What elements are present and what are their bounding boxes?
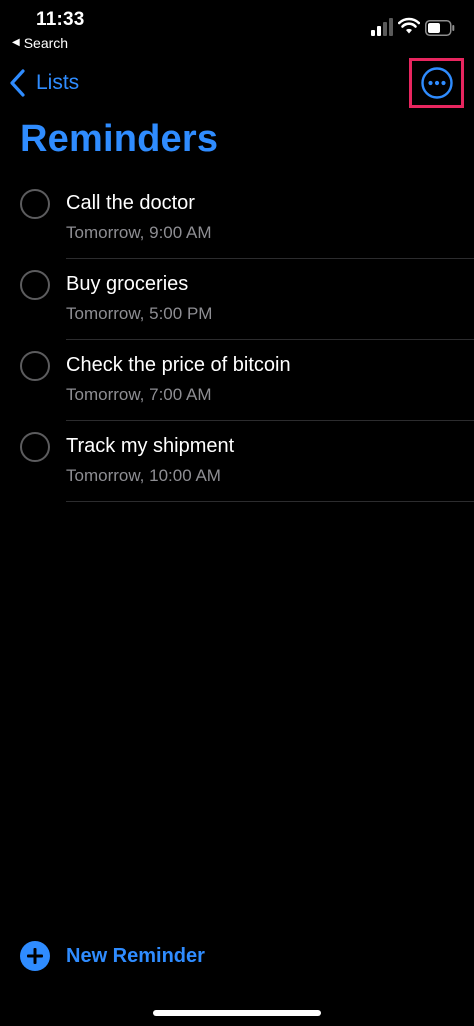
plus-circle-icon <box>20 941 50 971</box>
ellipsis-circle-icon <box>421 67 453 99</box>
more-button[interactable] <box>420 66 454 100</box>
reminder-list: Call the doctor Tomorrow, 9:00 AM Buy gr… <box>0 178 474 502</box>
status-time: 11:33 <box>36 9 85 30</box>
wifi-icon <box>398 17 420 34</box>
reminder-due-date: Tomorrow, 9:00 AM <box>66 223 212 242</box>
complete-toggle-circle[interactable] <box>20 270 50 300</box>
lists-back-button[interactable]: Lists <box>8 68 79 98</box>
complete-toggle-circle[interactable] <box>20 351 50 381</box>
home-indicator[interactable] <box>153 1010 321 1016</box>
cellular-signal-icon <box>371 18 393 36</box>
reminder-item[interactable]: Call the doctor Tomorrow, 9:00 AM <box>0 178 474 259</box>
new-reminder-button[interactable]: New Reminder <box>20 941 205 971</box>
divider <box>66 501 474 502</box>
reminder-due-date: Tomorrow, 5:00 PM <box>66 304 213 323</box>
reminder-title[interactable]: Call the doctor <box>66 192 195 215</box>
back-to-app-button[interactable]: ◀ Search <box>12 35 68 51</box>
lists-back-label: Lists <box>36 71 80 94</box>
chevron-left-icon <box>10 69 25 97</box>
page-title: Reminders <box>20 118 219 160</box>
back-triangle-icon: ◀ <box>12 37 20 48</box>
reminder-item[interactable]: Check the price of bitcoin Tomorrow, 7:0… <box>0 340 474 421</box>
reminder-item[interactable]: Track my shipment Tomorrow, 10:00 AM <box>0 421 474 502</box>
new-reminder-label: New Reminder <box>66 944 205 967</box>
reminder-due-date: Tomorrow, 7:00 AM <box>66 385 212 404</box>
reminder-title[interactable]: Track my shipment <box>66 435 234 458</box>
battery-icon <box>425 20 455 36</box>
reminder-item[interactable]: Buy groceries Tomorrow, 5:00 PM <box>0 259 474 340</box>
complete-toggle-circle[interactable] <box>20 189 50 219</box>
status-bar: 11:33 ◀ Search <box>0 0 474 56</box>
complete-toggle-circle[interactable] <box>20 432 50 462</box>
reminder-title[interactable]: Buy groceries <box>66 273 188 296</box>
back-to-app-label: Search <box>23 35 69 51</box>
reminder-title[interactable]: Check the price of bitcoin <box>66 354 291 377</box>
reminder-due-date: Tomorrow, 10:00 AM <box>66 466 221 485</box>
